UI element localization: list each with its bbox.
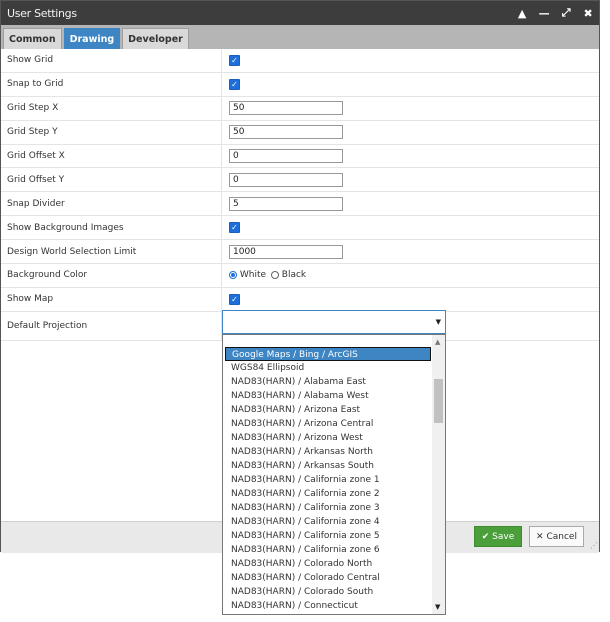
label-grid-step-y: Grid Step Y <box>1 120 222 145</box>
projection-option[interactable]: NAD83(HARN) / California zone 5 <box>225 529 431 543</box>
dropdown-arrow-icon[interactable]: ▼ <box>436 318 441 326</box>
projection-option[interactable]: NAD83(HARN) / California zone 1 <box>225 473 431 487</box>
close-icon[interactable]: ✖ <box>577 1 599 25</box>
projection-option[interactable]: NAD83(HARN) / Alabama West <box>225 389 431 403</box>
title-bar[interactable]: User Settings ▲ — ⤢ ✖ <box>1 1 599 25</box>
check-icon: ✔ <box>481 531 493 542</box>
save-button-label: Save <box>492 531 515 542</box>
white-radio-label: White <box>239 270 267 281</box>
projection-option[interactable]: NAD83(HARN) / Connecticut <box>225 599 431 613</box>
projection-option[interactable]: NAD83(HARN) / California zone 2 <box>225 487 431 501</box>
projection-option[interactable]: NAD83(HARN) / Arkansas North <box>225 445 431 459</box>
save-button[interactable]: ✔ Save <box>474 526 522 547</box>
label-grid-offset-x: Grid Offset X <box>1 144 222 169</box>
projection-option[interactable]: WGS84 Ellipsoid <box>225 361 431 375</box>
dialog-title: User Settings <box>7 6 77 20</box>
label-default-projection: Default Projection <box>1 311 222 341</box>
label-background-color: Background Color <box>1 263 222 288</box>
projection-options: Google Maps / Bing / ArcGIS WGS84 Ellipso… <box>225 347 431 613</box>
label-snap-to-grid: Snap to Grid <box>1 72 222 97</box>
projection-option[interactable]: Google Maps / Bing / ArcGIS <box>225 347 431 361</box>
row-snap-to-grid: Snap to Grid ✓ <box>1 72 599 97</box>
selection-limit-input[interactable]: 1000 <box>229 244 343 259</box>
cancel-button[interactable]: ✕ Cancel <box>529 526 584 547</box>
white-radio[interactable] <box>229 271 237 280</box>
tab-drawing[interactable]: Drawing <box>63 28 121 49</box>
grid-step-y-input[interactable]: 50 <box>229 125 343 140</box>
projection-option[interactable]: NAD83(HARN) / Colorado North <box>225 557 431 571</box>
show-map-checkbox[interactable]: ✓ <box>229 293 240 305</box>
projection-option[interactable]: NAD83(HARN) / California zone 6 <box>225 543 431 557</box>
label-selection-limit: Design World Selection Limit <box>1 239 222 265</box>
projection-dropdown-list: Google Maps / Bing / ArcGIS WGS84 Ellipso… <box>222 334 446 615</box>
projection-option[interactable]: NAD83(HARN) / Arizona Central <box>225 417 431 431</box>
row-selection-limit: Design World Selection Limit 1000 <box>1 239 599 265</box>
cancel-button-label: Cancel <box>546 531 577 542</box>
label-snap-divider: Snap Divider <box>1 191 222 217</box>
projection-option[interactable]: NAD83(HARN) / Arizona West <box>225 431 431 445</box>
row-grid-step-y: Grid Step Y 50 <box>1 120 599 145</box>
x-icon: ✕ <box>536 531 547 542</box>
collapse-icon[interactable]: ▲ <box>511 1 533 25</box>
row-show-map: Show Map ✓ <box>1 287 599 312</box>
label-show-map: Show Map <box>1 287 222 312</box>
scroll-down-icon[interactable]: ▼ <box>435 603 440 611</box>
resize-grip-icon[interactable]: ⋰ <box>590 541 598 550</box>
row-grid-offset-x: Grid Offset X 0 <box>1 144 599 169</box>
grid-step-x-input[interactable]: 50 <box>229 101 343 116</box>
scrollbar-thumb[interactable] <box>434 379 443 423</box>
projection-option[interactable]: NAD83(HARN) / Alabama East <box>225 375 431 389</box>
scroll-up-icon[interactable]: ▲ <box>435 338 440 346</box>
row-show-background-images: Show Background Images ✓ <box>1 215 599 241</box>
projection-option[interactable]: NAD83(HARN) / Colorado South <box>225 585 431 599</box>
snap-to-grid-checkbox[interactable]: ✓ <box>229 78 240 90</box>
label-show-grid: Show Grid <box>1 49 222 73</box>
settings-table: Show Grid ✓ Snap to Grid ✓ Grid Step X 5… <box>1 49 599 341</box>
tab-developer[interactable]: Developer <box>122 28 189 49</box>
snap-divider-input[interactable]: 5 <box>229 196 343 211</box>
default-projection-select[interactable]: ▼ <box>222 310 446 334</box>
show-background-images-checkbox[interactable]: ✓ <box>229 222 240 234</box>
black-radio[interactable] <box>270 271 279 280</box>
show-grid-checkbox[interactable]: ✓ <box>229 54 240 66</box>
row-grid-step-x: Grid Step X 50 <box>1 96 599 121</box>
projection-option[interactable]: NAD83(HARN) / Colorado Central <box>225 571 431 585</box>
tab-bar: Common Drawing Developer <box>1 25 599 49</box>
grid-offset-y-input[interactable]: 0 <box>229 172 343 187</box>
row-show-grid: Show Grid ✓ <box>1 49 599 73</box>
minimize-icon[interactable]: — <box>533 1 555 25</box>
projection-option[interactable]: NAD83(HARN) / Arkansas South <box>225 459 431 473</box>
row-snap-divider: Snap Divider 5 <box>1 191 599 217</box>
tab-common[interactable]: Common <box>3 28 62 49</box>
maximize-icon[interactable]: ⤢ <box>555 1 577 25</box>
grid-offset-x-input[interactable]: 0 <box>229 149 343 163</box>
row-grid-offset-y: Grid Offset Y 0 <box>1 167 599 193</box>
projection-option[interactable]: NAD83(HARN) / California zone 4 <box>225 515 431 529</box>
label-grid-step-x: Grid Step X <box>1 96 222 121</box>
black-radio-label: Black <box>281 270 307 281</box>
dropdown-scrollbar[interactable]: ▲ ▼ <box>432 335 445 614</box>
projection-option[interactable]: NAD83(HARN) / California zone 3 <box>225 501 431 515</box>
row-background-color: Background Color White Black <box>1 263 599 288</box>
label-show-background-images: Show Background Images <box>1 215 222 241</box>
label-grid-offset-y: Grid Offset Y <box>1 167 222 193</box>
projection-option[interactable]: NAD83(HARN) / Arizona East <box>225 403 431 417</box>
